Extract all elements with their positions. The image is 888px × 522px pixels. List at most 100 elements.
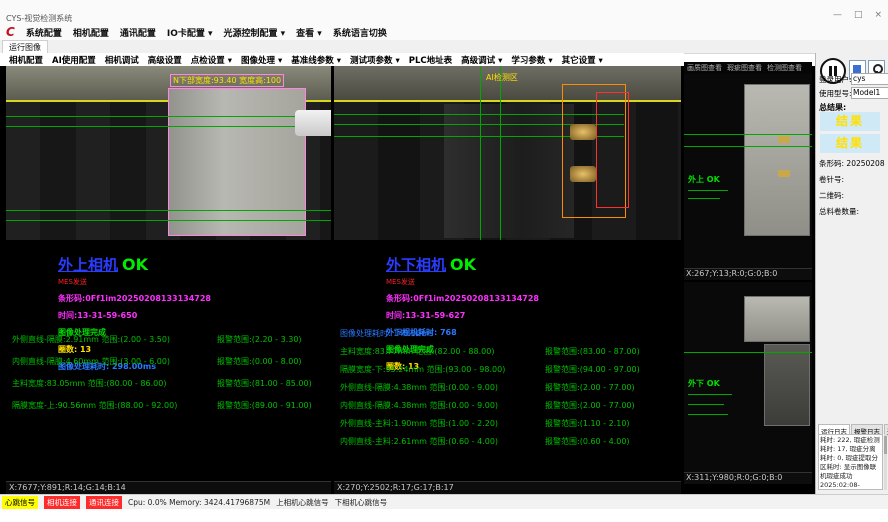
- qr-label: 二维码:: [819, 190, 844, 201]
- baseline-line: [6, 126, 331, 127]
- camera-image-outer-lower[interactable]: AI检测区: [334, 66, 681, 240]
- menu-view[interactable]: 查看 ▾: [296, 26, 322, 39]
- control-sidebar: 登录用户: cys 使用型号: Model1 总结果: 结果 结果 条形码: 2…: [815, 53, 888, 494]
- comm-connection-badge: 通讯连接: [86, 496, 122, 509]
- preview-column: 画质图查看 瑕疵图查看 检测图查看 外上 OK X:267;Y:13;R:0;G…: [684, 62, 812, 494]
- roll-count-label: 总料卷数量:: [819, 206, 859, 217]
- tool-camera-config[interactable]: 相机配置: [9, 54, 43, 66]
- tool-advanced-settings[interactable]: 高级设置: [148, 54, 182, 66]
- model-field[interactable]: Model1: [851, 87, 888, 99]
- alarm-range: 报警范围:(2.20 - 3.30): [217, 334, 324, 356]
- alarm-range: 报警范围:(81.00 - 85.00): [217, 378, 324, 400]
- contact-highlight: [778, 170, 790, 177]
- window-title: CYS-视觉检测系统: [6, 13, 72, 24]
- barcode-label-text: 条形码:: [819, 159, 844, 168]
- camera-panel-outer-upper: N下部宽度:93.40 宽度高:100 外上相机OK MES发送 条形码:0Ff…: [6, 66, 331, 494]
- menu-camera-config[interactable]: 相机配置: [73, 26, 109, 39]
- baseline-line: [6, 210, 331, 211]
- baseline-line: [684, 134, 812, 135]
- upper-camera-status: 上相机心跳信号: [276, 497, 329, 508]
- mini-text-line: [688, 198, 720, 199]
- baseline-vline: [480, 66, 481, 240]
- preview-image-lower[interactable]: 外下 OK: [684, 282, 812, 472]
- cursor-coords-label: X:270;Y:2502;R:17;G:17;B:17: [334, 481, 681, 494]
- tool-baseline-params[interactable]: 基准线参数 ▾: [291, 54, 341, 66]
- maximize-button[interactable]: □: [854, 10, 863, 20]
- lower-camera-status: 下相机心跳信号: [335, 497, 388, 508]
- tool-learning-params[interactable]: 学习参数 ▾: [511, 54, 552, 66]
- barcode-line: 条形码:0Ff1im20250208133134728: [386, 293, 681, 304]
- defect-region-box: [596, 92, 629, 208]
- measurement-row: 内侧直线-主料:2.61mm 范围:(0.60 - 4.00) 报警范围:(0.…: [340, 436, 673, 454]
- measurement-row: 外侧直线-主料:1.90mm 范围:(1.00 - 2.20) 报警范围:(1.…: [340, 418, 673, 436]
- toolbar: 相机配置 AI使用配置 相机调试 高级设置 点检设置 ▾ 图像处理 ▾ 基准线参…: [0, 53, 684, 67]
- status-bar: 心跳信号 相机连接 通讯连接 Cpu: 0.0% Memory: 3424.41…: [0, 494, 888, 509]
- tool-test-params[interactable]: 测试项参数 ▾: [350, 54, 400, 66]
- baseline-line: [684, 352, 812, 353]
- measurement-row: 隔膜宽度-下:95.24mm 范围:(93.00 - 98.00) 报警范围:(…: [340, 364, 673, 382]
- preview-tab-quality[interactable]: 画质图查看: [687, 63, 722, 73]
- camera-panel-outer-lower: AI检测区 外下相机OK MES发送 条形码:0Ff1im20250208133…: [334, 66, 681, 494]
- close-button[interactable]: ×: [874, 10, 882, 20]
- measurement-row: 外侧直线-隔膜:2.91mm 范围:(2.00 - 3.50) 报警范围:(2.…: [12, 334, 324, 356]
- time-line: 时间:13-31-59-627: [386, 310, 681, 321]
- tool-other-settings[interactable]: 其它设置 ▾: [562, 54, 603, 66]
- tab-strip: 运行图像: [0, 40, 888, 54]
- mini-text-line: [688, 394, 732, 395]
- minimize-button[interactable]: —: [833, 10, 842, 20]
- heartbeat-status-badge: 心跳信号: [2, 496, 38, 509]
- tool-ai-usage-config[interactable]: AI使用配置: [52, 54, 96, 66]
- window-controls: — □ ×: [833, 10, 882, 20]
- login-user-label: 登录用户:: [819, 74, 852, 85]
- measurement-value: 隔膜宽度-上:90.56mm 范围:(88.00 - 92.00): [12, 400, 217, 422]
- baseline-vline: [500, 66, 501, 240]
- app-logo-icon: C: [6, 26, 15, 38]
- measurement-value: 外侧直线-隔膜:2.91mm 范围:(2.00 - 3.50): [12, 334, 217, 356]
- menu-comm-config[interactable]: 通讯配置: [120, 26, 156, 39]
- barcode-label: 条形码: 20250208: [819, 158, 885, 169]
- measurement-list: 图像处理耗时: 140.00ms 主料宽度:83.77mm 范围:(82.00 …: [340, 328, 673, 454]
- measurement-row: 主料宽度:83.77mm 范围:(82.00 - 88.00) 报警范围:(83…: [340, 346, 673, 364]
- preview-image-upper[interactable]: 外上 OK: [684, 74, 812, 268]
- measurement-value: 外侧直线-隔膜:4.38mm 范围:(0.00 - 9.00): [340, 382, 545, 400]
- camera-connection-badge: 相机连接: [44, 496, 80, 509]
- measurement-row: 外侧直线-隔膜:4.38mm 范围:(0.00 - 9.00) 报警范围:(2.…: [340, 382, 673, 400]
- menu-io-config[interactable]: IO卡配置 ▾: [167, 26, 213, 39]
- needle-label: 卷针号:: [819, 174, 844, 185]
- cursor-coords-label: X:311;Y:980;R:0;G:0;B:0: [684, 472, 812, 484]
- camera-image-outer-upper[interactable]: N下部宽度:93.40 宽度高:100: [6, 66, 331, 240]
- alarm-range: 报警范围:(0.60 - 4.00): [545, 436, 673, 454]
- tab-run-image[interactable]: 运行图像: [2, 40, 48, 54]
- log-scrollbar[interactable]: [884, 434, 887, 490]
- preview-machine-block: [744, 84, 810, 236]
- preview-tab-defect[interactable]: 瑕疵图查看: [727, 63, 762, 73]
- cursor-coords-label: X:267;Y:13;R:0;G:0;B:0: [684, 268, 812, 280]
- menu-bar: C 系统配置 相机配置 通讯配置 IO卡配置 ▾ 光源控制配置 ▾ 查看 ▾ 系…: [0, 24, 888, 40]
- scrollbar-thumb[interactable]: [884, 436, 887, 454]
- preview-header: 画质图查看 瑕疵图查看 检测图查看: [684, 62, 812, 74]
- alarm-range: 报警范围:(2.00 - 77.00): [545, 400, 673, 418]
- menu-system-config[interactable]: 系统配置: [26, 26, 62, 39]
- result-ok: OK: [122, 255, 148, 274]
- measurement-value: 内侧直线-隔膜:4.38mm 范围:(0.00 - 9.00): [340, 400, 545, 418]
- menu-language-switch[interactable]: 系统语言切换: [333, 26, 387, 39]
- measurement-row: 主料宽度:83.05mm 范围:(80.00 - 86.00) 报警范围:(81…: [12, 378, 324, 400]
- tool-plc-address-table[interactable]: PLC地址表: [409, 54, 452, 66]
- preview-result-label: 外下 OK: [688, 378, 720, 389]
- preview-tab-detect[interactable]: 检测图查看: [767, 63, 802, 73]
- result-ok: OK: [450, 255, 476, 274]
- result-box-lower: 结果: [820, 134, 880, 153]
- alarm-range: 报警范围:(83.00 - 87.00): [545, 346, 673, 364]
- menu-light-config[interactable]: 光源控制配置 ▾: [224, 26, 286, 39]
- tool-image-processing[interactable]: 图像处理 ▾: [241, 54, 282, 66]
- log-output[interactable]: 耗时: 222, 瑕疵检测耗时: 17, 瑕疵分离耗时: 0, 瑕疵提取分区耗时…: [818, 434, 883, 490]
- baseline-line: [684, 146, 812, 147]
- contact-highlight: [570, 124, 596, 140]
- measurement-list: 外侧直线-隔膜:2.91mm 范围:(2.00 - 3.50) 报警范围:(2.…: [12, 334, 324, 422]
- tool-camera-debug[interactable]: 相机调试: [105, 54, 139, 66]
- measurement-row: 内侧直线-隔膜:4.38mm 范围:(0.00 - 9.00) 报警范围:(2.…: [340, 400, 673, 418]
- login-user-field[interactable]: cys: [851, 73, 888, 85]
- tool-advanced-debug[interactable]: 高级调试 ▾: [461, 54, 502, 66]
- tool-spot-check[interactable]: 点检设置 ▾: [191, 54, 232, 66]
- measurement-value: 内侧直线-主料:2.61mm 范围:(0.60 - 4.00): [340, 436, 545, 454]
